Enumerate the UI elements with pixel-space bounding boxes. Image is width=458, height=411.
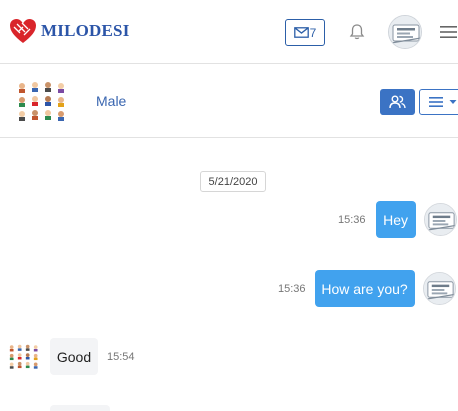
messages-button[interactable]: 7: [285, 19, 325, 46]
chat-title[interactable]: Male: [96, 93, 126, 109]
site-logo[interactable]: MILODESI: [8, 16, 130, 46]
profile-photo: [389, 16, 421, 48]
sender-avatar: [423, 203, 457, 236]
message-time: 15:36: [278, 282, 306, 295]
message-bubble: How are you?: [314, 270, 415, 307]
group-avatar[interactable]: [16, 80, 68, 124]
members-button[interactable]: [380, 89, 415, 115]
bell-icon[interactable]: [348, 23, 366, 41]
profile-photo: [424, 204, 456, 235]
logo-first-letter: M: [41, 21, 58, 40]
caret-down-icon: [449, 100, 457, 104]
message-time: 15:36: [338, 213, 366, 226]
users-icon: [389, 95, 406, 109]
chat-menu-button[interactable]: [419, 89, 458, 115]
date-separator: 5/21/2020: [200, 171, 266, 192]
message-bubble: Good: [50, 338, 98, 375]
user-avatar[interactable]: [388, 15, 422, 49]
message-bubble-partial: [50, 405, 110, 411]
message-time: 15:54: [107, 350, 135, 363]
profile-photo: [423, 273, 455, 304]
chat-header: Male: [0, 65, 458, 138]
message-outgoing: 15:36 How are you?: [278, 270, 456, 307]
sender-avatar: [422, 272, 456, 305]
message-incoming: Good 15:54: [8, 338, 135, 375]
logo-rest: ILODESI: [57, 21, 130, 40]
list-icon: [429, 97, 443, 107]
top-navbar: MILODESI 7: [0, 0, 458, 64]
sender-avatar: [9, 344, 38, 369]
logo-text: MILODESI: [41, 21, 130, 41]
messages-count: 7: [309, 25, 317, 40]
hamburger-icon[interactable]: [439, 24, 458, 40]
envelope-icon: [293, 27, 309, 38]
message-bubble: Hey: [375, 201, 416, 238]
message-outgoing: 15:36 Hey: [338, 201, 457, 238]
heart-logo-icon: [10, 19, 36, 43]
